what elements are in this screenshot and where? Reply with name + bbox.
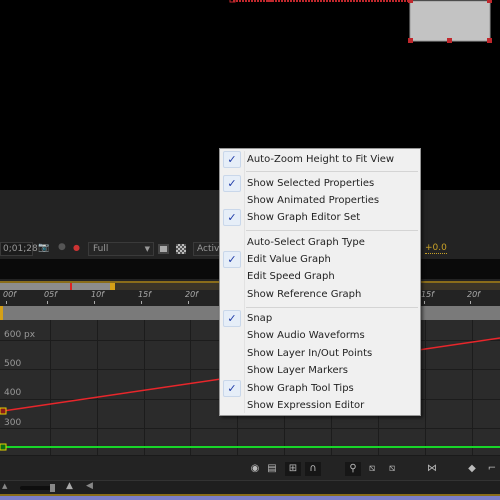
eye-icon[interactable]: ◉ <box>247 462 263 476</box>
menu-item-show-audio-waveforms[interactable]: Show Audio Waveforms <box>220 327 420 344</box>
menu-item-label: Show Animated Properties <box>247 195 380 206</box>
menu-item-label: Show Layer Markers <box>247 365 348 376</box>
menu-item-show-graph-editor-set[interactable]: ✓ Show Graph Editor Set <box>220 209 420 226</box>
zoom-out-icon[interactable]: ▲ <box>2 482 7 490</box>
ruler-tick: 15f <box>421 290 434 304</box>
ruler-tick: 00f <box>3 290 16 304</box>
keyframe[interactable] <box>0 443 7 451</box>
scroll-left-icon[interactable]: ◀ <box>86 481 93 491</box>
menu-item-auto-select-graph-type[interactable]: Auto-Select Graph Type <box>220 234 420 251</box>
resolution-value: Full <box>93 244 109 254</box>
menu-item-show-reference-graph[interactable]: Show Reference Graph <box>220 286 420 303</box>
keyframe-icon[interactable]: ◆ <box>464 462 480 476</box>
zoom-slider[interactable] <box>20 486 54 490</box>
check-icon: ✓ <box>223 380 241 397</box>
graph-options-icon[interactable]: ▤ <box>264 462 280 476</box>
menu-item-auto-zoom[interactable]: ✓ Auto-Zoom Height to Fit View <box>220 151 420 168</box>
chevron-down-icon: ▼ <box>144 245 150 253</box>
menu-item-label: Show Selected Properties <box>247 178 375 189</box>
zoom-slider-handle[interactable] <box>50 484 55 492</box>
menu-item-label: Snap <box>247 313 273 324</box>
menu-item-edit-speed-graph[interactable]: Edit Speed Graph <box>220 268 420 285</box>
menu-item-label: Show Graph Tool Tips <box>247 383 354 394</box>
layer-in-point[interactable] <box>0 306 3 320</box>
snapshot-icon[interactable]: 📷 <box>38 243 49 253</box>
menu-item-label: Show Graph Editor Set <box>247 212 361 223</box>
menu-item-show-animated-properties[interactable]: Show Animated Properties <box>220 192 420 209</box>
convert-keyframe-icon[interactable]: ⌐ <box>484 462 500 476</box>
menu-item-label: Auto-Zoom Height to Fit View <box>247 154 395 165</box>
transparency-grid-icon[interactable] <box>176 244 186 254</box>
region-of-interest-icon[interactable] <box>158 244 169 254</box>
menu-item-show-layer-in-out-points[interactable]: Show Layer In/Out Points <box>220 345 420 362</box>
channel-icon[interactable]: ● <box>73 243 80 252</box>
menu-item-show-layer-markers[interactable]: Show Layer Markers <box>220 362 420 379</box>
keyframe[interactable] <box>0 407 7 415</box>
check-icon: ✓ <box>223 209 241 226</box>
menu-item-show-expression-editor[interactable]: Show Expression Editor <box>220 397 420 414</box>
work-area-range[interactable] <box>0 283 112 290</box>
ruler-tick: 20f <box>185 290 198 304</box>
menu-item-show-graph-tool-tips[interactable]: ✓ Show Graph Tool Tips <box>220 380 420 397</box>
fit-graph-icon[interactable]: ⧅ <box>384 462 400 476</box>
zoom-in-icon[interactable]: ▲ <box>66 481 73 491</box>
zoom-bar: ▲ ▲ ◀ <box>0 480 500 494</box>
check-icon: ✓ <box>223 151 241 168</box>
work-area-end-handle[interactable] <box>110 283 115 290</box>
ruler-tick: 05f <box>44 290 57 304</box>
menu-item-label: Show Reference Graph <box>247 289 362 300</box>
menu-item-label: Show Layer In/Out Points <box>247 348 373 359</box>
menu-item-label: Auto-Select Graph Type <box>247 237 365 248</box>
ruler-tick: 15f <box>138 290 151 304</box>
fit-selection-icon[interactable]: ⚲ <box>345 462 361 476</box>
menu-item-snap[interactable]: ✓ Snap <box>220 310 420 327</box>
menu-item-label: Show Audio Waveforms <box>247 330 365 341</box>
graph-options-menu: ✓ Auto-Zoom Height to Fit View ✓ Show Sele… <box>219 148 421 416</box>
taskbar <box>0 494 500 500</box>
solid-layer[interactable] <box>409 0 491 42</box>
menu-item-show-selected-properties[interactable]: ✓ Show Selected Properties <box>220 175 420 192</box>
check-icon: ✓ <box>223 310 241 327</box>
separate-dimensions-icon[interactable]: ⋈ <box>424 462 440 476</box>
exposure-value[interactable]: +0.0 <box>425 243 447 254</box>
transform-box-icon[interactable]: ⊞ <box>285 462 301 476</box>
resolution-dropdown[interactable]: Full ▼ <box>88 242 154 256</box>
menu-item-label: Show Expression Editor <box>247 400 365 411</box>
ruler-tick: 10f <box>91 290 104 304</box>
menu-item-label: Edit Speed Graph <box>247 271 335 282</box>
menu-item-label: Edit Value Graph <box>247 254 331 265</box>
show-snapshot-icon[interactable]: ● <box>58 242 66 252</box>
check-icon: ✓ <box>223 251 241 268</box>
fit-all-icon[interactable]: ⧅ <box>364 462 380 476</box>
ruler-tick: 20f <box>467 290 480 304</box>
check-icon: ✓ <box>223 175 241 192</box>
snap-magnet-icon[interactable]: ∩ <box>305 462 321 476</box>
menu-item-edit-value-graph[interactable]: ✓ Edit Value Graph <box>220 251 420 268</box>
current-time-display[interactable]: 0;01;28 <box>0 242 38 256</box>
current-time-indicator[interactable] <box>70 283 72 290</box>
